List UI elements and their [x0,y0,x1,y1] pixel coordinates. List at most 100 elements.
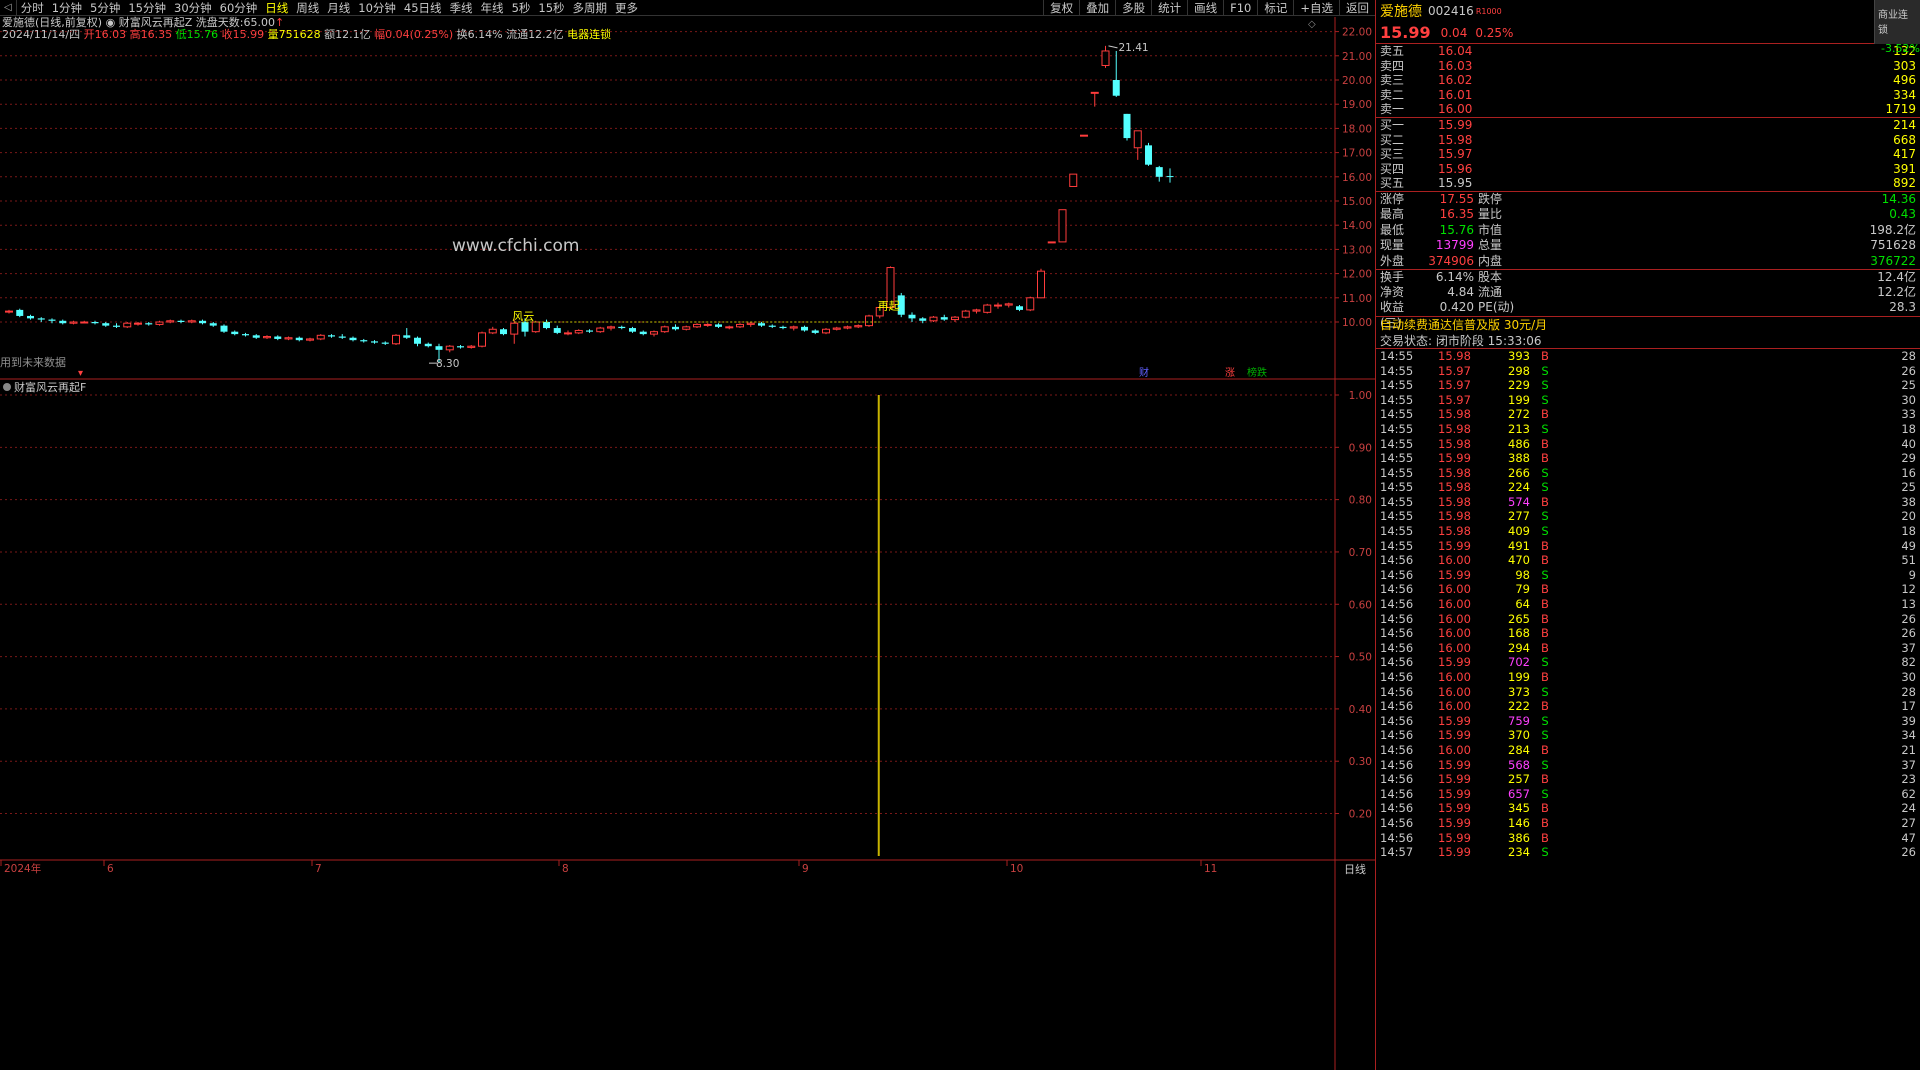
level-price: 16.02 [1438,73,1473,88]
level-label: 卖二 [1380,87,1405,102]
toolbar-button[interactable]: F10 [1223,0,1257,16]
y-tick-label: 19.00 [1342,99,1372,111]
toolbar-button[interactable]: 叠加 [1079,0,1115,16]
period-tab[interactable]: 15秒 [534,0,568,16]
period-tab[interactable]: 1分钟 [48,0,86,16]
tick-row: 14:56 16.00 222 B 17 [1376,699,1920,714]
candle-body [231,331,239,335]
order-level[interactable]: 买二 15.98 668 [1376,133,1920,148]
candle-body [672,326,679,330]
stat-value: 4.84 [1447,284,1474,299]
order-level[interactable]: 买三 15.97 417 [1376,147,1920,162]
tick-side: S [1541,378,1549,393]
tick-side: B [1541,407,1549,422]
tick-price: 15.99 [1438,786,1471,801]
tick-count: 23 [1901,772,1916,787]
candle-body [252,335,260,338]
tick-time: 14:56 [1380,670,1414,684]
stat-label: 市值 [1478,222,1503,237]
tick-price: 15.98 [1438,348,1471,363]
tick-time: 14:56 [1380,713,1414,728]
tick-row: 14:56 15.99 146 B 27 [1376,816,1920,831]
tick-side: B [1541,348,1549,363]
candle-body [779,326,787,329]
level-volume: 892 [1893,176,1916,191]
period-tab[interactable]: 更多 [611,0,642,16]
period-tab[interactable]: 15分钟 [124,0,170,16]
tick-count: 47 [1901,830,1916,845]
period-tab[interactable]: 季线 [446,0,477,16]
level-price: 15.97 [1438,147,1473,162]
sector-box[interactable]: 商业连锁 -3.52% [1874,0,1920,55]
period-toolbar: ◁ 分时 1分钟 5分钟 15分钟 30分钟 60分钟 日线 周线 月线 10分钟 45日线 季线 年线… [0,0,1375,16]
period-tab[interactable]: 周线 [292,0,323,16]
candle-body [435,346,443,350]
tick-side: S [1541,567,1549,582]
stat-label: 涨停 [1380,191,1405,206]
toolbar-button[interactable]: 复权 [1043,0,1079,16]
toolbar-button[interactable]: 多股 [1115,0,1151,16]
order-level[interactable]: 卖二 16.01 334 [1376,88,1920,103]
toolbar-button[interactable]: 标记 [1257,0,1293,16]
toolbar-button[interactable]: +自选 [1293,0,1339,16]
y-tick-label: 0.20 [1349,809,1372,821]
y-tick-label: 14.00 [1342,220,1372,232]
candle-body [811,330,819,333]
toolbar-button[interactable]: 统计 [1151,0,1187,16]
tick-count: 17 [1901,699,1916,714]
period-tab[interactable]: 分时 [17,0,48,16]
tick-volume: 234 [1508,845,1530,860]
tick-time: 14:56 [1380,801,1414,816]
period-tab[interactable]: 5分钟 [86,0,124,16]
kline-chart[interactable]: 22.00 21.00 20.00 19.00 18.00 17.00 16.00 15.00… [0,17,1375,1070]
period-tab[interactable]: 5秒 [508,0,535,16]
promo-banner[interactable]: 自动续费通达信普及版 30元/月 [1376,315,1920,333]
candle-body [1090,91,1099,94]
toolbar-actions: 复权 叠加 多股 统计 画线 F10 标记 +自选 返回 [1043,0,1375,16]
tick-volume: 345 [1508,801,1530,816]
level-label: 卖一 [1380,102,1405,117]
toolbar-button[interactable]: 画线 [1187,0,1223,16]
sub-indicator-title: 财富风云再起F [14,380,86,394]
period-tab[interactable]: 60分钟 [216,0,262,16]
level-price: 16.01 [1438,87,1473,102]
tick-volume: 657 [1508,786,1530,801]
tick-side: B [1541,597,1549,612]
candle-body [242,334,249,336]
y-tick-label: 20.00 [1342,75,1372,87]
tick-time: 14:55 [1380,407,1414,422]
order-level[interactable]: 卖四 16.03 303 [1376,59,1920,74]
settings-icon: ◇ [1308,19,1316,30]
period-tab[interactable]: 45日线 [400,0,446,16]
order-level[interactable]: 卖一 16.00 1719 [1376,102,1920,117]
tick-row: 14:55 15.98 409 S 18 [1376,524,1920,539]
tick-volume: 486 [1508,436,1530,451]
order-level[interactable]: 卖三 16.02 496 [1376,73,1920,88]
order-level[interactable]: 买四 15.96 391 [1376,162,1920,177]
period-tab[interactable]: 30分钟 [170,0,216,16]
stat-label: 跌停 [1478,191,1503,206]
period-tab[interactable]: 年线 [477,0,508,16]
stat-value: 13799 [1435,238,1474,253]
menu-toggle-icon[interactable]: ◁ [0,0,17,16]
candle-body [801,326,808,331]
candle-body [531,321,540,333]
tick-row: 14:55 15.98 277 S 20 [1376,509,1920,524]
toolbar-button[interactable]: 返回 [1339,0,1375,16]
tick-time: 14:56 [1380,597,1414,612]
stat-row: 最高 16.35 量比 0.43 [1376,207,1920,223]
candle-body [220,325,228,332]
period-tab[interactable]: 多周期 [569,0,612,16]
tick-volume: 393 [1508,348,1530,363]
tick-count: 62 [1901,786,1916,801]
tick-time: 14:55 [1380,451,1414,466]
candle-body [789,326,798,329]
order-level[interactable]: 买一 15.99 214 [1376,118,1920,133]
period-tab[interactable]: 日线 [261,0,292,16]
tick-count: 25 [1901,480,1916,495]
order-level[interactable]: 卖五 16.04 132 [1376,44,1920,59]
period-tab[interactable]: 月线 [323,0,354,16]
period-tab[interactable]: 10分钟 [354,0,400,16]
order-level[interactable]: 买五 15.95 892 [1376,176,1920,191]
tick-list[interactable]: 14:55 15.98 393 B 28 14:55 15.97 298 S 26 14:55 15.… [1376,349,1920,860]
